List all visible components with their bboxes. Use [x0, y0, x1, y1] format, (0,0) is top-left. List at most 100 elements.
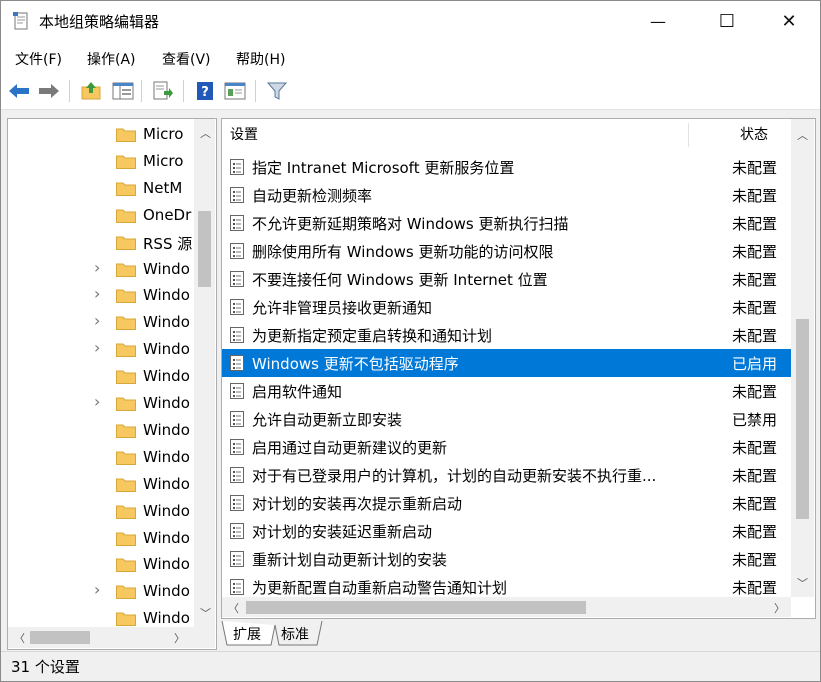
scroll-down-icon[interactable]: ﹀	[200, 605, 211, 621]
tree-item[interactable]: › Windo	[8, 336, 198, 363]
tree-item[interactable]: RSS 源	[8, 229, 198, 256]
expand-chevron-icon[interactable]: ›	[94, 284, 100, 303]
tree-item-label: RSS 源	[143, 234, 193, 253]
policy-setting-state: 未配置	[732, 551, 778, 569]
scroll-right-icon[interactable]: 〉	[774, 600, 785, 616]
expand-chevron-icon[interactable]: ›	[94, 580, 100, 599]
tree-item[interactable]: Windo	[8, 551, 198, 578]
policy-setting-icon	[230, 551, 244, 567]
policy-setting-name: 对计划的安装延迟重新启动	[252, 523, 433, 541]
expand-chevron-icon[interactable]: ›	[94, 258, 100, 277]
policy-setting-state: 未配置	[732, 159, 778, 177]
tab-standard[interactable]: 标准	[281, 624, 309, 644]
tree-horizontal-scrollbar[interactable]: 〈 〉	[8, 627, 215, 648]
scroll-up-icon[interactable]: ︿	[797, 127, 808, 143]
tree-item[interactable]: Windo	[8, 471, 198, 498]
policy-setting-row[interactable]: 对于有已登录用户的计算机，计划的自动更新安装不执行重... 未配置	[222, 461, 791, 489]
tree-item[interactable]: NetM	[8, 175, 198, 202]
policy-setting-row[interactable]: 指定 Intranet Microsoft 更新服务位置 未配置	[222, 153, 791, 181]
menu-view[interactable]: 查看(V)	[162, 49, 211, 69]
tree-vertical-scrollbar[interactable]: ︿ ﹀	[194, 119, 215, 627]
tree-item-label: Windo	[143, 474, 190, 493]
forward-icon	[39, 84, 59, 98]
back-icon	[9, 84, 29, 98]
svg-text:?: ?	[201, 85, 209, 100]
expand-chevron-icon[interactable]: ›	[94, 311, 100, 330]
help-button[interactable]: ?	[193, 79, 217, 103]
tree-item[interactable]: › Windo	[8, 256, 198, 283]
policy-setting-row[interactable]: 允许自动更新立即安装 已禁用	[222, 405, 791, 433]
tree-item[interactable]: › Windo	[8, 282, 198, 309]
scroll-left-icon[interactable]: 〈	[228, 600, 239, 616]
column-header-setting[interactable]: 设置	[230, 119, 258, 151]
up-level-button[interactable]	[79, 79, 103, 103]
tree-item[interactable]: › Windo	[8, 390, 198, 417]
tree-item-label: Windo	[143, 555, 190, 574]
policy-setting-row[interactable]: 不要连接任何 Windows 更新 Internet 位置 未配置	[222, 265, 791, 293]
maximize-button[interactable]: ☐	[704, 1, 750, 41]
expand-chevron-icon[interactable]: ›	[94, 338, 100, 357]
list-vertical-scrollbar[interactable]: ︿ ﹀	[791, 119, 814, 597]
scroll-left-icon[interactable]: 〈	[14, 630, 25, 646]
expand-chevron-icon[interactable]: ›	[94, 392, 100, 411]
policy-setting-row[interactable]: 为更新指定预定重启转换和通知计划 未配置	[222, 321, 791, 349]
filter-button[interactable]	[265, 79, 289, 103]
policy-setting-row[interactable]: 对计划的安装延迟重新启动 未配置	[222, 517, 791, 545]
folder-icon	[116, 316, 136, 331]
forward-button[interactable]	[37, 79, 61, 103]
scroll-down-icon[interactable]: ﹀	[797, 575, 808, 591]
folder-icon	[116, 451, 136, 465]
show-hide-tree-button[interactable]	[111, 79, 135, 103]
tree-item[interactable]: OneDr	[8, 202, 198, 229]
policy-setting-name: 启用通过自动更新建议的更新	[252, 439, 448, 457]
scroll-right-icon[interactable]: 〉	[174, 630, 185, 646]
window-title: 本地组策略编辑器	[39, 13, 160, 31]
tree-item[interactable]: Micro	[8, 121, 198, 148]
minimize-icon: —	[650, 11, 666, 31]
tree-item[interactable]: › Windo	[8, 309, 198, 336]
tree-item[interactable]: Micro	[8, 148, 198, 175]
policy-setting-row[interactable]: 不允许更新延期策略对 Windows 更新执行扫描 未配置	[222, 209, 791, 237]
tree-item[interactable]: Windo	[8, 498, 198, 525]
policy-setting-row[interactable]: 启用通过自动更新建议的更新 未配置	[222, 433, 791, 461]
policy-setting-icon	[230, 271, 244, 287]
tree-item[interactable]: Windo	[8, 417, 198, 444]
policy-setting-name: 允许非管理员接收更新通知	[252, 299, 433, 317]
minimize-button[interactable]: —	[635, 1, 681, 41]
back-button[interactable]	[7, 79, 31, 103]
menu-help[interactable]: 帮助(H)	[236, 49, 285, 69]
tree-item[interactable]: Windo	[8, 363, 198, 390]
policy-setting-row[interactable]: 删除使用所有 Windows 更新功能的访问权限 未配置	[222, 237, 791, 265]
tree-item[interactable]: Windo	[8, 444, 198, 471]
policy-setting-icon	[230, 523, 244, 539]
tree-scroll-thumb[interactable]	[198, 211, 211, 287]
properties-view-button[interactable]	[223, 79, 247, 103]
folder-icon	[116, 343, 136, 358]
policy-setting-row[interactable]: 重新计划自动更新计划的安装 未配置	[222, 545, 791, 573]
list-horizontal-scrollbar[interactable]: 〈 〉	[222, 597, 791, 617]
tab-extended[interactable]: 扩展	[233, 624, 261, 644]
tree-item[interactable]: › Windo	[8, 578, 198, 605]
title-bar: 本地组策略编辑器 — ☐ ✕	[1, 1, 820, 41]
list-scroll-thumb[interactable]	[796, 319, 809, 519]
column-header-state[interactable]: 状态	[740, 119, 768, 151]
tree-item[interactable]: Windo	[8, 525, 198, 552]
policy-setting-row[interactable]: 启用软件通知 未配置	[222, 377, 791, 405]
policy-setting-name: 对计划的安装再次提示重新启动	[252, 495, 463, 513]
tree-hscroll-thumb[interactable]	[30, 631, 90, 644]
settings-list-pane: 设置 状态 指定 Intranet Microsoft 更新服务位置 未配置 自动更…	[221, 118, 816, 619]
policy-setting-row[interactable]: Windows 更新不包括驱动程序 已启用	[222, 349, 791, 377]
close-button[interactable]: ✕	[766, 1, 812, 41]
policy-setting-icon	[230, 187, 244, 203]
menu-action[interactable]: 操作(A)	[87, 49, 136, 69]
scroll-up-icon[interactable]: ︿	[200, 125, 211, 141]
policy-setting-row[interactable]: 自动更新检测频率 未配置	[222, 181, 791, 209]
export-list-button[interactable]	[151, 79, 175, 103]
policy-setting-name: 为更新配置自动重新启动警告通知计划	[252, 579, 508, 597]
policy-setting-row[interactable]: 对计划的安装再次提示重新启动 未配置	[222, 489, 791, 517]
list-hscroll-thumb[interactable]	[246, 601, 586, 614]
menu-file[interactable]: 文件(F)	[15, 49, 62, 69]
policy-setting-row[interactable]: 允许非管理员接收更新通知 未配置	[222, 293, 791, 321]
policy-setting-state: 未配置	[732, 187, 778, 205]
status-bar: 31 个设置	[1, 651, 820, 681]
